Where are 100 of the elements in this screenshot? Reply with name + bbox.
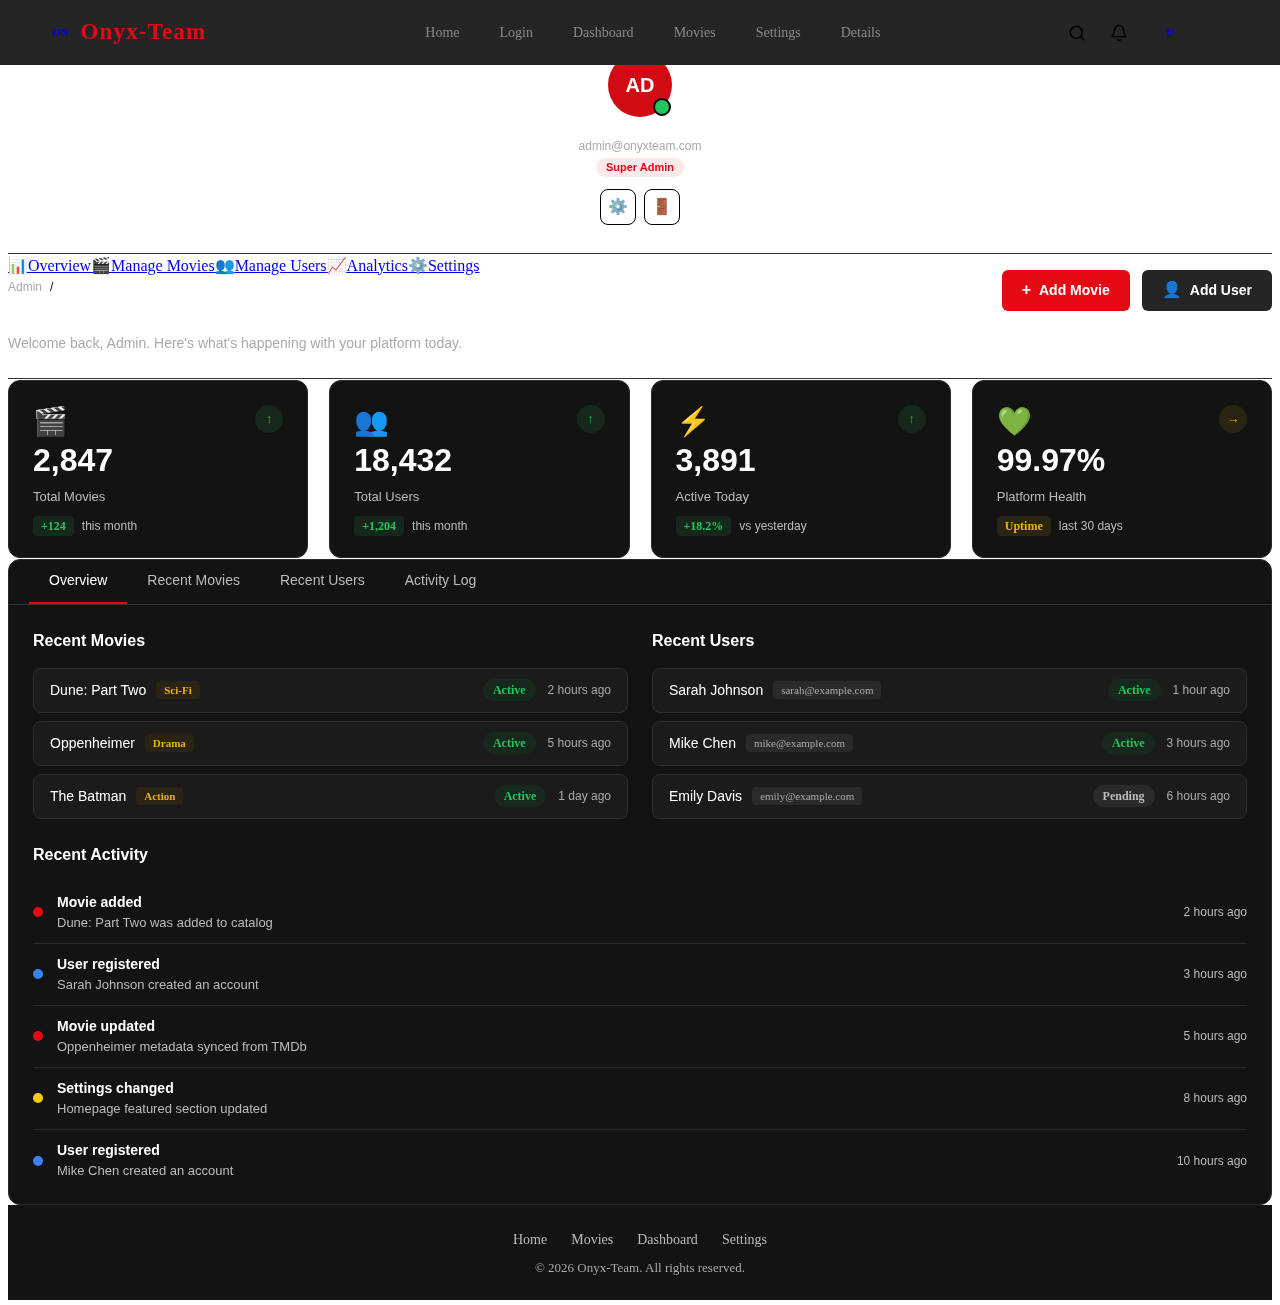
profile-email: admin@onyxteam.com [578,138,702,155]
stat-badge: Uptime [996,516,1051,536]
stat-value: 3,891 [675,440,757,479]
status-badge: Active [1107,679,1161,701]
add-user-button[interactable]: 👤 Add User [1141,269,1272,311]
section-link[interactable]: 🎬Manage Movies [91,253,215,278]
activity-title: User registered [57,954,161,974]
stat-label: Total Users [354,487,421,506]
stat-emoji: 👥 [354,404,390,439]
panel-tab[interactable]: Overview [29,559,128,604]
stat-note: last 30 days [1058,518,1123,535]
row-time: 2 hours ago [547,682,611,699]
nav-link[interactable]: Details [840,22,881,43]
panel-tab[interactable]: Activity Log [384,559,497,604]
row-title: Emily Davis [669,786,743,806]
stat-note: this month [81,518,138,535]
list-row[interactable]: Dune: Part Two Sci-Fi Active 2 hours ago [33,667,628,713]
logo-mark: ON [52,25,69,41]
trend-indicator: ↑ [897,404,926,433]
stat-emoji: 🎬 [33,404,68,439]
stat-value: 99.97% [996,440,1107,479]
row-title: Dune: Part Two [50,680,147,700]
list-row[interactable]: Sarah Johnson sarah@example.com Active 1 hour ago [652,667,1247,713]
stat-label: Total Movies [33,487,107,506]
stat-label: Platform Health [996,487,1088,506]
list-row[interactable]: Emily Davis emily@example.com Pending 6 hours ago [652,773,1247,819]
activity-detail: Sarah Johnson created an account [57,975,259,994]
footer-link[interactable]: Dashboard [637,1228,698,1250]
stat-badge: +124 [33,516,74,536]
panel-tab[interactable]: Recent Users [259,559,385,604]
section-link[interactable]: 📈Analytics [326,253,408,278]
stat-emoji: ⚡ [675,404,711,439]
section-title: Recent Users [652,630,756,651]
footer-link[interactable]: Home [513,1228,548,1250]
status-badge: Active [482,679,536,701]
activity-time: 10 hours ago [1176,1152,1247,1170]
copyright-text: © 2026 Onyx-Team. All rights reserved. [534,1258,746,1277]
section-title: Recent Activity [33,844,149,865]
row-title: Sarah Johnson [669,680,764,700]
list-row[interactable]: Mike Chen mike@example.com Active 3 hours ago [652,720,1247,766]
stat-value: 2,847 [33,440,115,479]
activity-detail: Dune: Part Two was added to catalog [57,913,273,932]
footer-link[interactable]: Settings [721,1228,767,1250]
nav-link[interactable]: Movies [673,22,716,43]
activity-time: 8 hours ago [1183,1090,1247,1107]
nav-link[interactable]: Settings [755,22,801,43]
panel-tab[interactable]: Recent Movies [127,559,260,604]
row-title: The Batman [50,786,127,806]
bell-icon[interactable] [1110,23,1129,42]
stat-value: 18,432 [354,440,454,479]
stat-badge: +18.2% [675,516,732,536]
stat-label: Active Today [675,487,750,506]
status-badge: Pending [1092,785,1155,807]
profile-action-button[interactable]: ⚙ [600,188,636,225]
stat-note: vs yesterday [739,518,807,535]
list-row[interactable]: Oppenheimer Drama Active 5 hours ago [33,720,628,766]
trend-indicator: ↑ [255,404,284,433]
activity-detail: Mike Chen created an account [57,1162,234,1181]
activity-title: User registered [57,1141,161,1161]
row-title: Mike Chen [669,733,736,753]
nav-link[interactable]: Login [499,22,533,43]
row-time: 1 day ago [558,788,611,805]
welcome-text: Welcome back, Admin. Here's what's happening with your platform today. [8,333,463,353]
brand-name: Onyx-Team [80,18,207,47]
row-time: 1 hour ago [1172,682,1230,699]
stat-note: this month [412,518,468,535]
activity-title: Settings changed [57,1078,175,1098]
activity-title: Movie added [57,892,143,912]
status-badge: Active [1101,732,1155,754]
add-movie-button[interactable]: + Add Movie [1001,269,1130,311]
genre-tag: Sci-Fi [156,680,200,700]
activity-time: 3 hours ago [1183,966,1247,983]
stat-badge: +1,204 [354,516,405,536]
profile-action-button[interactable]: 🚪 [644,188,680,225]
section-link[interactable]: 📊Overview [8,253,92,278]
activity-time: 5 hours ago [1183,1028,1247,1045]
trend-indicator: ↑ [576,404,605,433]
activity-detail: Homepage featured section updated [57,1099,268,1118]
row-time: 5 hours ago [547,735,611,752]
email-tag: sarah@example.com [773,680,882,700]
stat-emoji: 💚 [996,404,1032,439]
nav-link[interactable]: Home [425,22,460,43]
nav-link[interactable]: Dashboard [572,22,634,43]
search-icon[interactable] [1068,23,1087,42]
activity-detail: Oppenheimer metadata synced from TMDb [57,1037,307,1056]
status-badge: Active [482,732,536,754]
trend-indicator: → [1219,404,1247,433]
section-link[interactable]: 👥Manage Users [214,253,327,278]
list-row[interactable]: The Batman Action Active 1 day ago [33,773,628,819]
section-link[interactable]: ⚙Settings [407,253,480,278]
email-tag: mike@example.com [745,733,853,753]
genre-tag: Action [136,786,184,806]
role-badge: Super Admin [595,158,684,177]
status-badge: Active [493,785,547,807]
genre-tag: Drama [144,733,194,753]
row-title: Oppenheimer [50,733,135,753]
breadcrumb-separator: / [50,278,54,296]
row-time: 3 hours ago [1166,735,1230,752]
section-title: Recent Movies [33,630,147,651]
footer-link[interactable]: Movies [571,1228,614,1250]
